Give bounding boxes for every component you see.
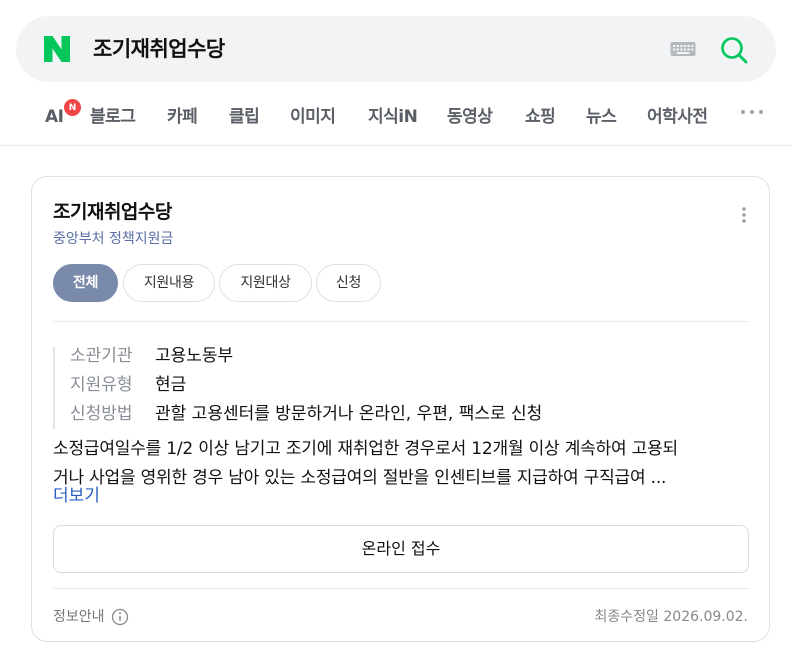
chip-apply[interactable]: 신청 bbox=[316, 264, 381, 302]
tab-dictionary[interactable]: 어학사전 bbox=[647, 106, 708, 128]
online-apply-button[interactable]: 온라인 접수 bbox=[53, 525, 749, 573]
tab-cafe[interactable]: 카페 bbox=[167, 106, 198, 128]
info-label: 소관기관 bbox=[70, 346, 133, 366]
more-link[interactable]: 더보기 bbox=[53, 485, 100, 507]
policy-card: 조기재취업수당 중앙부처 정책지원금 전체 지원내용 지원대상 신청 소관기관 고… bbox=[31, 176, 770, 642]
keyboard-icon[interactable] bbox=[670, 39, 696, 59]
kebab-menu-icon[interactable] bbox=[741, 206, 747, 224]
tab-shopping[interactable]: 쇼핑 bbox=[525, 106, 556, 128]
tab-image[interactable]: 이미지 bbox=[290, 106, 336, 128]
info-row-method: 신청방법 관할 고용센터를 방문하거나 온라인, 우편, 팩스로 신청 bbox=[70, 402, 542, 426]
info-value: 현금 bbox=[155, 375, 187, 395]
search-bar[interactable]: 조기재취업수당 bbox=[16, 16, 776, 82]
description-line: 소정급여일수를 1/2 이상 남기고 조기에 재취업한 경우로서 12개월 이상… bbox=[53, 439, 678, 459]
chip-support-target[interactable]: 지원대상 bbox=[219, 264, 312, 302]
tab-ai[interactable]: AI bbox=[45, 106, 64, 128]
divider bbox=[53, 321, 749, 322]
info-guide-label: 정보안내 bbox=[53, 609, 105, 625]
search-tabs: AI 블로그 카페 클립 이미지 지식iN 동영상 쇼핑 뉴스 어학사전 bbox=[0, 90, 792, 146]
more-tabs-icon[interactable] bbox=[740, 109, 764, 115]
card-title[interactable]: 조기재취업수당 bbox=[53, 199, 172, 225]
card-subtitle: 중앙부처 정책지원금 bbox=[53, 231, 174, 247]
tab-clip[interactable]: 클립 bbox=[229, 106, 260, 128]
tab-video[interactable]: 동영상 bbox=[447, 106, 493, 128]
search-input[interactable]: 조기재취업수당 bbox=[93, 35, 225, 63]
info-row-agency: 소관기관 고용노동부 bbox=[70, 344, 233, 368]
divider bbox=[53, 588, 749, 589]
info-row-type: 지원유형 현금 bbox=[70, 373, 186, 397]
new-badge: N bbox=[64, 99, 81, 116]
info-value: 고용노동부 bbox=[155, 346, 234, 366]
info-guide-link[interactable]: 정보안내 bbox=[53, 607, 129, 627]
info-label: 신청방법 bbox=[70, 404, 133, 424]
last-updated: 최종수정일 2026.09.02. bbox=[594, 609, 748, 625]
tab-news[interactable]: 뉴스 bbox=[586, 106, 617, 128]
info-label: 지원유형 bbox=[70, 375, 133, 395]
naver-logo-icon[interactable] bbox=[42, 34, 72, 64]
chip-support-content[interactable]: 지원내용 bbox=[123, 264, 215, 302]
info-block: 소관기관 고용노동부 지원유형 현금 신청방법 관할 고용센터를 방문하거나 온라인,… bbox=[53, 344, 743, 429]
chip-all[interactable]: 전체 bbox=[53, 264, 118, 302]
search-icon[interactable] bbox=[718, 34, 750, 66]
description: 소정급여일수를 1/2 이상 남기고 조기에 재취업한 경우로서 12개월 이상… bbox=[53, 435, 753, 493]
tab-blog[interactable]: 블로그 bbox=[90, 106, 136, 128]
info-value: 관할 고용센터를 방문하거나 온라인, 우편, 팩스로 신청 bbox=[155, 404, 543, 424]
info-icon bbox=[111, 608, 128, 626]
tab-kin[interactable]: 지식iN bbox=[368, 106, 418, 128]
description-line: 거나 사업을 영위한 경우 남아 있는 소정급여의 절반을 인센티브를 지급하여… bbox=[53, 468, 667, 488]
